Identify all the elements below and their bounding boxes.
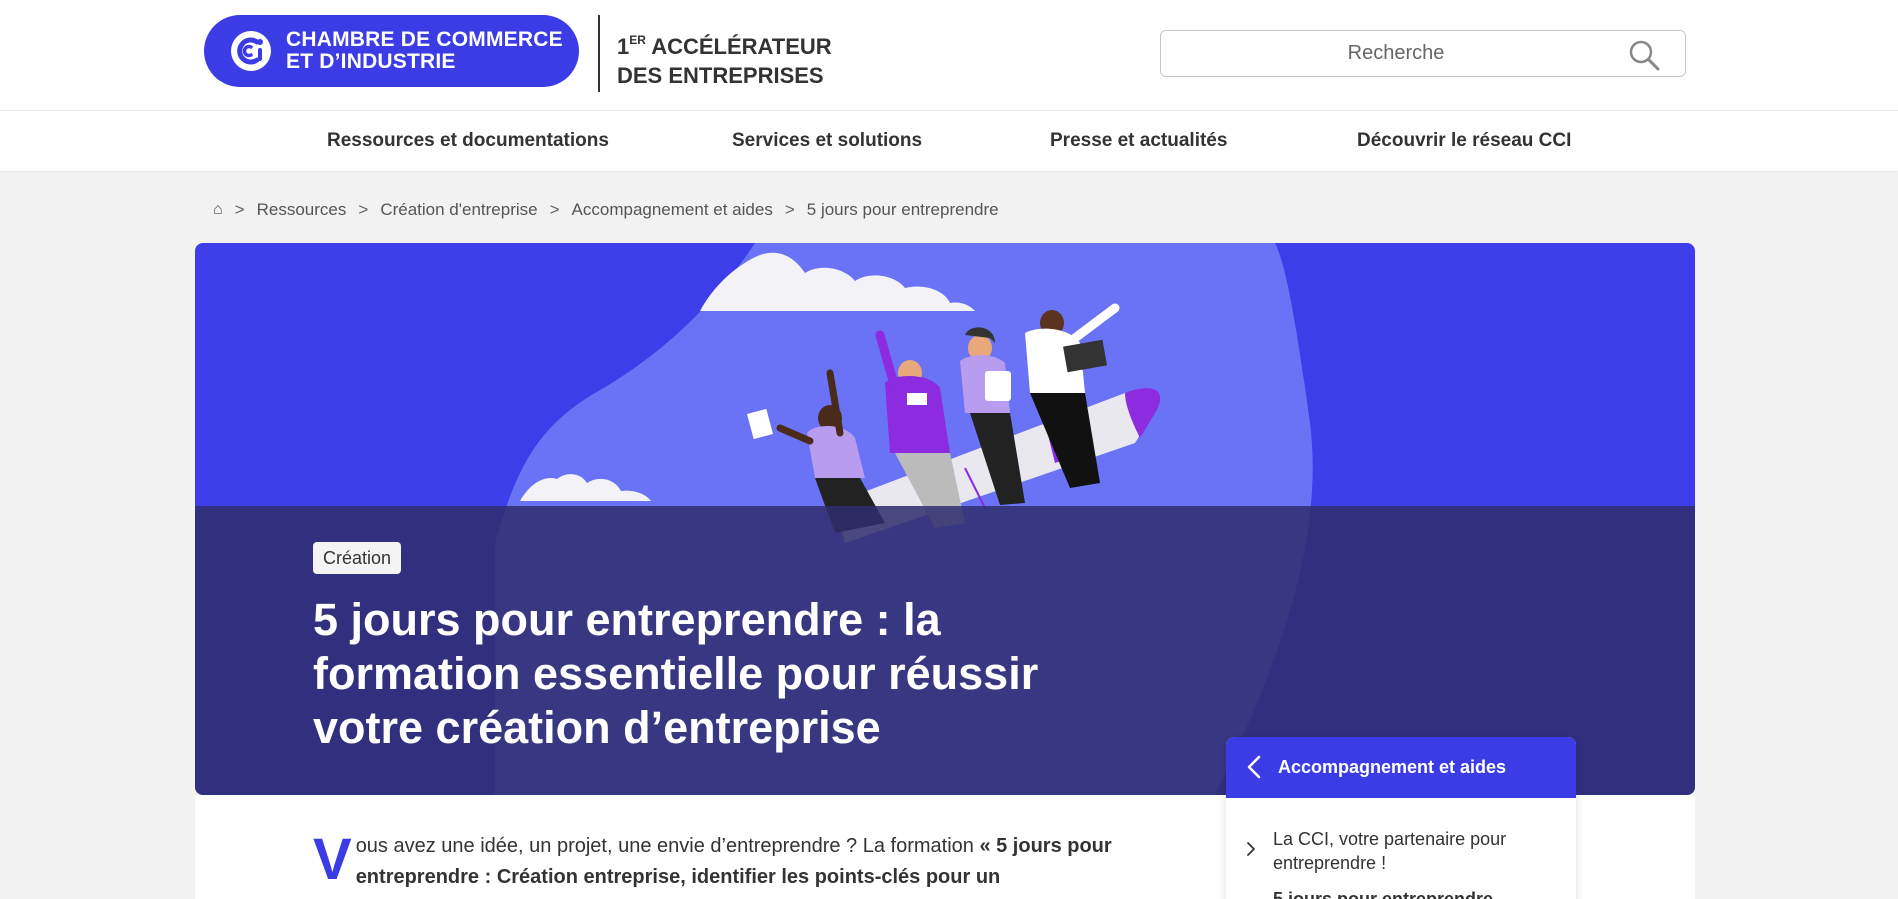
breadcrumb-item-ressources[interactable]: Ressources (257, 200, 347, 220)
search-icon[interactable] (1627, 38, 1661, 72)
breadcrumb-item-current: 5 jours pour entreprendre (806, 200, 999, 219)
logo-line-2: ET D’INDUSTRIE (286, 50, 456, 73)
breadcrumb: ⌂ > Ressources > Création d'entreprise >… (213, 200, 999, 220)
tagline: 1ER ACCÉLÉRATEUR DES ENTREPRISES (617, 26, 832, 90)
site-header: CHAMBRE DE COMMERCE ET D’INDUSTRIE 1ER A… (0, 0, 1898, 110)
search-box (1160, 30, 1686, 77)
side-menu-back-button[interactable]: Accompagnement et aides (1226, 737, 1576, 798)
tagline-line-1: ACCÉLÉRATEUR (645, 34, 832, 59)
dropcap: V (313, 827, 352, 892)
nav-item-services[interactable]: Services et solutions (732, 130, 922, 152)
side-menu-title: Accompagnement et aides (1278, 757, 1507, 777)
breadcrumb-separator: > (234, 200, 245, 219)
intro-text: ous avez une idée, un projet, une envie … (355, 835, 980, 857)
category-tag[interactable]: Création (313, 542, 402, 574)
breadcrumb-item-creation[interactable]: Création d'entreprise (380, 200, 537, 220)
side-menu-item-partenaire[interactable]: La CCI, votre partenaire pour entreprend… (1226, 827, 1576, 877)
logo-text: CHAMBRE DE COMMERCE ET D’INDUSTRIE (286, 29, 563, 73)
tagline-number: 1 (617, 34, 630, 59)
tagline-line-2: DES ENTREPRISES (617, 63, 824, 88)
cci-logo-icon (231, 31, 271, 71)
logo-divider (598, 15, 600, 92)
nav-item-reseau[interactable]: Découvrir le réseau CCI (1357, 130, 1571, 152)
intro-paragraph: Vous avez une idée, un projet, une envie… (313, 831, 1123, 893)
nav-item-presse[interactable]: Presse et actualités (1050, 130, 1227, 152)
breadcrumb-separator: > (358, 200, 369, 219)
logo-line-1: CHAMBRE DE COMMERCE (286, 28, 563, 51)
side-menu-item-current[interactable]: 5 jours pour entreprendre (1273, 889, 1493, 899)
breadcrumb-separator: > (784, 200, 795, 219)
search-input[interactable] (1161, 31, 1631, 76)
page-title: 5 jours pour entreprendre : la formation… (313, 594, 1039, 753)
breadcrumb-separator: > (549, 200, 560, 219)
nav-item-ressources[interactable]: Ressources et documentations (327, 130, 609, 152)
breadcrumb-item-accompagnement[interactable]: Accompagnement et aides (572, 200, 773, 220)
cci-logo[interactable]: CHAMBRE DE COMMERCE ET D’INDUSTRIE (204, 15, 579, 87)
main-nav: Ressources et documentations Services et… (0, 110, 1898, 171)
side-menu-item-label: La CCI, votre partenaire pour entreprend… (1273, 829, 1507, 873)
chevron-right-icon (1247, 842, 1255, 856)
tagline-sup: ER (629, 33, 646, 47)
chevron-left-icon (1247, 755, 1261, 779)
side-menu: Accompagnement et aides La CCI, votre pa… (1226, 737, 1576, 899)
hero-banner: Création 5 jours pour entreprendre : la … (195, 243, 1695, 795)
home-icon[interactable]: ⌂ (213, 201, 223, 219)
